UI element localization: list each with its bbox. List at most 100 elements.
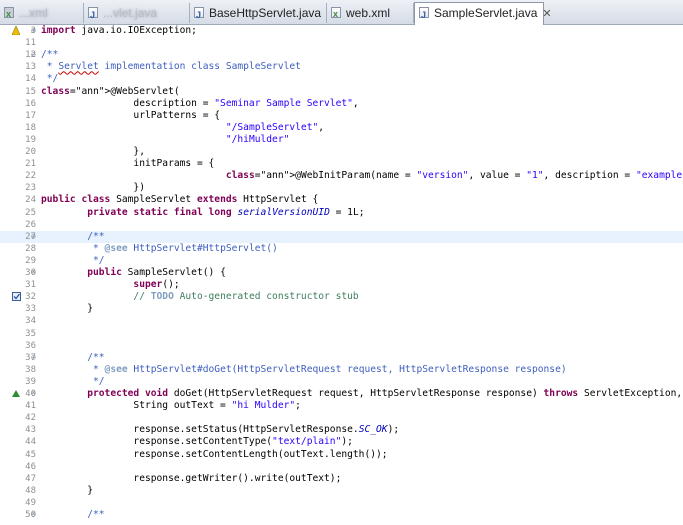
code-line[interactable]: 48 }: [0, 485, 683, 497]
code-editor[interactable]: 3 ⊕ import java.io.IOException; 11 12 ⊖/** 13 …: [0, 25, 683, 525]
line-gutter[interactable]: 44: [0, 436, 40, 448]
code-line[interactable]: 39 */: [0, 376, 683, 388]
line-gutter[interactable]: 36: [0, 340, 40, 352]
line-gutter[interactable]: 42: [0, 412, 40, 424]
line-gutter[interactable]: 40 ⊖: [0, 388, 40, 400]
code-line[interactable]: 18 "/SampleServlet",: [0, 122, 683, 134]
line-gutter[interactable]: 27 ⊖: [0, 231, 40, 243]
code-line[interactable]: 32 // TODO Auto-generated constructor st…: [0, 291, 683, 303]
line-gutter[interactable]: 26: [0, 219, 40, 231]
fold-collapse-icon[interactable]: ⊖: [31, 352, 36, 364]
line-gutter[interactable]: 21: [0, 158, 40, 170]
line-gutter[interactable]: 19: [0, 134, 40, 146]
override-marker-icon[interactable]: [12, 389, 20, 398]
tab-sampleservlet-java[interactable]: SampleServlet.java ✕: [414, 2, 552, 25]
code-line[interactable]: 24 public class SampleServlet extends Htt…: [0, 194, 683, 206]
fold-collapse-icon[interactable]: ⊖: [31, 509, 36, 521]
tab-web-xml[interactable]: web.xml: [327, 3, 414, 24]
code-text: public class SampleServlet extends HttpS…: [41, 194, 319, 206]
line-gutter[interactable]: 35: [0, 328, 40, 340]
line-gutter[interactable]: 22: [0, 170, 40, 182]
line-gutter[interactable]: 23: [0, 182, 40, 194]
tab-servlet-java[interactable]: ...vlet.java: [84, 3, 190, 25]
code-line[interactable]: 40 ⊖ protected void doGet(HttpServletRequ…: [0, 388, 683, 400]
line-gutter[interactable]: 43: [0, 424, 40, 436]
code-line[interactable]: 25 private static final long serialVersi…: [0, 207, 683, 219]
line-gutter[interactable]: 25: [0, 207, 40, 219]
code-line[interactable]: 13 * Servlet implementation class Sample…: [0, 61, 683, 73]
line-gutter[interactable]: 37 ⊖: [0, 352, 40, 364]
line-gutter[interactable]: 29: [0, 255, 40, 267]
warning-marker-icon[interactable]: [11, 25, 21, 36]
line-gutter[interactable]: 50 ⊖: [0, 509, 40, 521]
line-gutter[interactable]: 13: [0, 61, 40, 73]
line-gutter[interactable]: 14: [0, 73, 40, 85]
task-marker-icon[interactable]: [12, 292, 21, 302]
code-line[interactable]: 38 * @see HttpServlet#doGet(HttpServletR…: [0, 364, 683, 376]
line-gutter[interactable]: 30 ⊖: [0, 267, 40, 279]
line-gutter[interactable]: 15: [0, 86, 40, 98]
code-line[interactable]: 3 ⊕ import java.io.IOException;: [0, 25, 683, 37]
line-gutter[interactable]: 3 ⊕: [0, 25, 40, 37]
tab-basehttpservlet-java[interactable]: BaseHttpServlet.java: [190, 3, 327, 25]
fold-collapse-icon[interactable]: ⊖: [31, 231, 36, 243]
line-gutter[interactable]: 18: [0, 122, 40, 134]
line-gutter[interactable]: 39: [0, 376, 40, 388]
code-line[interactable]: 16 description = "Seminar Sample Servlet…: [0, 98, 683, 110]
line-gutter[interactable]: 38: [0, 364, 40, 376]
code-line[interactable]: 23 }): [0, 182, 683, 194]
code-line[interactable]: 47 response.getWriter().write(outText);: [0, 473, 683, 485]
fold-collapse-icon[interactable]: ⊖: [31, 267, 36, 279]
code-line[interactable]: 15 class="ann">@WebServlet(: [0, 86, 683, 98]
code-line[interactable]: 19 "/hiMulder": [0, 134, 683, 146]
line-gutter[interactable]: 46: [0, 461, 40, 473]
fold-expand-icon[interactable]: ⊕: [31, 25, 36, 37]
tab-xml-file[interactable]: ...xml: [0, 3, 84, 24]
code-line[interactable]: 11: [0, 37, 683, 49]
code-line[interactable]: 44 response.setContentType("text/plain")…: [0, 436, 683, 448]
code-line[interactable]: 36: [0, 340, 683, 352]
line-gutter[interactable]: 34: [0, 315, 40, 327]
code-line[interactable]: 22 class="ann">@WebInitParam(name = "ver…: [0, 170, 683, 182]
fold-collapse-icon[interactable]: ⊖: [31, 49, 36, 61]
line-gutter[interactable]: 49: [0, 497, 40, 509]
line-gutter[interactable]: 47: [0, 473, 40, 485]
code-line[interactable]: 26: [0, 219, 683, 231]
line-gutter[interactable]: 45: [0, 449, 40, 461]
code-line[interactable]: 49: [0, 497, 683, 509]
code-line[interactable]: 27 ⊖ /**: [0, 230, 683, 243]
line-gutter[interactable]: 33: [0, 303, 40, 315]
code-line[interactable]: 12 ⊖/**: [0, 49, 683, 61]
code-line[interactable]: 30 ⊖ public SampleServlet() {: [0, 267, 683, 279]
line-gutter[interactable]: 11: [0, 37, 40, 49]
line-gutter[interactable]: 17: [0, 110, 40, 122]
code-line[interactable]: 35: [0, 328, 683, 340]
close-icon[interactable]: ✕: [542, 4, 551, 24]
code-line[interactable]: 17 urlPatterns = {: [0, 110, 683, 122]
code-line[interactable]: 46: [0, 461, 683, 473]
code-line[interactable]: 29 */: [0, 255, 683, 267]
code-line[interactable]: 50 ⊖ /**: [0, 509, 683, 521]
line-gutter[interactable]: 16: [0, 98, 40, 110]
fold-collapse-icon[interactable]: ⊖: [31, 388, 36, 400]
code-line[interactable]: 31 super();: [0, 279, 683, 291]
code-line[interactable]: 43 response.setStatus(HttpServletRespons…: [0, 424, 683, 436]
line-gutter[interactable]: 48: [0, 485, 40, 497]
code-line[interactable]: 33 }: [0, 303, 683, 315]
line-gutter[interactable]: 32: [0, 291, 40, 303]
code-line[interactable]: 37 ⊖ /**: [0, 352, 683, 364]
line-gutter[interactable]: 41: [0, 400, 40, 412]
code-line[interactable]: 41 String outText = "hi Mulder";: [0, 400, 683, 412]
code-line[interactable]: 21 initParams = {: [0, 158, 683, 170]
line-gutter[interactable]: 28: [0, 243, 40, 255]
code-line[interactable]: 28 * @see HttpServlet#HttpServlet(): [0, 243, 683, 255]
line-gutter[interactable]: 20: [0, 146, 40, 158]
code-line[interactable]: 45 response.setContentLength(outText.len…: [0, 449, 683, 461]
code-line[interactable]: 34: [0, 315, 683, 327]
code-line[interactable]: 20 },: [0, 146, 683, 158]
line-gutter[interactable]: 31: [0, 279, 40, 291]
line-gutter[interactable]: 12 ⊖: [0, 49, 40, 61]
code-line[interactable]: 14 */: [0, 73, 683, 85]
line-gutter[interactable]: 24: [0, 194, 40, 206]
code-line[interactable]: 42: [0, 412, 683, 424]
